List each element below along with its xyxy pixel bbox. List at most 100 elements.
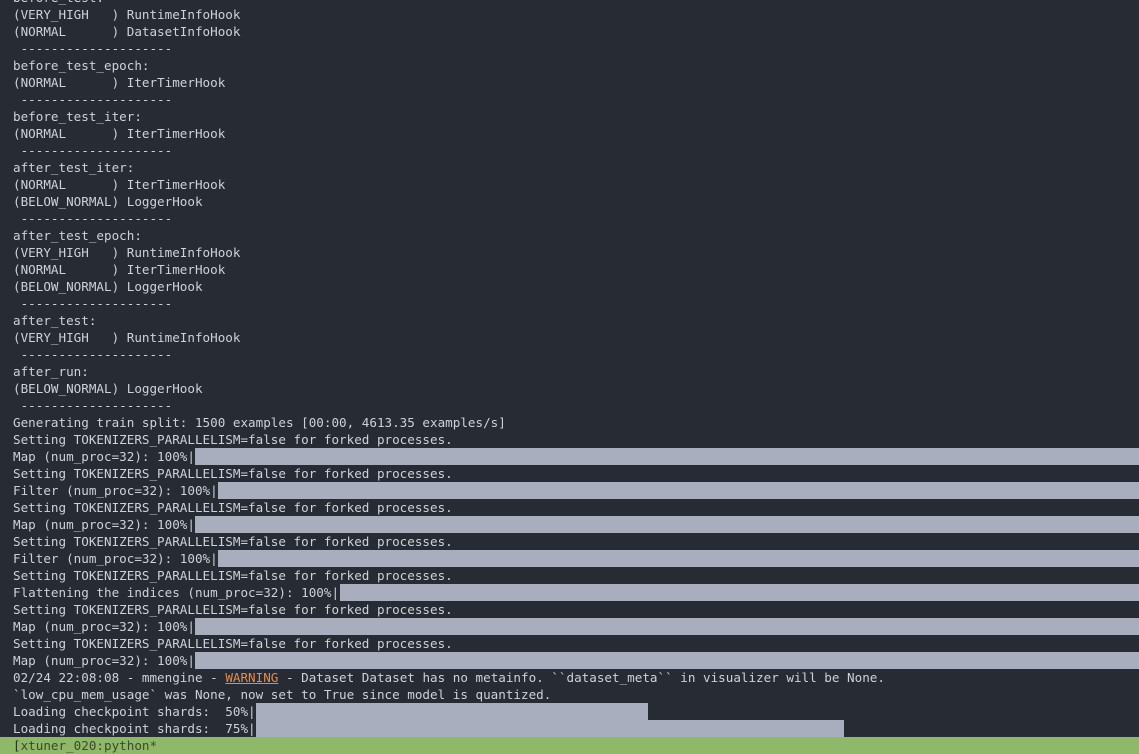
line-text: -------------------- (13, 398, 173, 413)
line-text: Setting TOKENIZERS_PARALLELISM=false for… (13, 500, 453, 515)
line-text: `low_cpu_mem_usage` was None, now set to… (13, 687, 552, 702)
output-line: (NORMAL ) DatasetInfoHook (0, 23, 1139, 40)
line-text: Setting TOKENIZERS_PARALLELISM=false for… (13, 432, 453, 447)
line-text: after_test_iter: (13, 160, 135, 175)
progress-separator: | (210, 483, 218, 498)
progress-bar-fill (218, 550, 1139, 567)
line-text: Map (num_proc=32): 100% (13, 653, 188, 668)
output-line: -------------------- (0, 397, 1139, 414)
line-text: Filter (num_proc=32): 100% (13, 551, 211, 566)
line-text: before_test: (13, 0, 104, 5)
line-text: -------------------- (13, 296, 173, 311)
line-text: Setting TOKENIZERS_PARALLELISM=false for… (13, 602, 453, 617)
line-text: Map (num_proc=32): 100% (13, 619, 188, 634)
tmux-window-label[interactable]: xtuner_020:python* (21, 738, 157, 753)
progress-bar-fill (195, 652, 1139, 669)
progress-separator: | (187, 619, 195, 634)
progress-line: Map (num_proc=32): 100%| (0, 618, 1139, 635)
line-text: (VERY_HIGH ) RuntimeInfoHook (13, 7, 241, 22)
line-text: after_test_epoch: (13, 228, 142, 243)
output-line: (VERY_HIGH ) RuntimeInfoHook (0, 6, 1139, 23)
output-line: -------------------- (0, 91, 1139, 108)
line-text: (NORMAL ) IterTimerHook (13, 126, 226, 141)
output-line: after_run: (0, 363, 1139, 380)
progress-bar (218, 482, 1139, 499)
warning-line: 02/24 22:08:08 - mmengine - WARNING - Da… (0, 669, 1139, 686)
progress-bar-fill (195, 516, 1139, 533)
line-text: (NORMAL ) IterTimerHook (13, 262, 226, 277)
line-text: before_test_epoch: (13, 58, 150, 73)
progress-bar (256, 720, 1139, 737)
line-text: (NORMAL ) IterTimerHook (13, 177, 226, 192)
output-line: after_test: (0, 312, 1139, 329)
output-line: (NORMAL ) IterTimerHook (0, 176, 1139, 193)
progress-line: Map (num_proc=32): 100%| (0, 448, 1139, 465)
output-line: after_test_iter: (0, 159, 1139, 176)
line-text: (BELOW_NORMAL) LoggerHook (13, 279, 203, 294)
progress-line: Map (num_proc=32): 100%| (0, 516, 1139, 533)
terminal-window[interactable]: before_test: (VERY_HIGH ) RuntimeInfoHook… (0, 0, 1139, 737)
progress-bar-fill (218, 482, 1139, 499)
output-line: Setting TOKENIZERS_PARALLELISM=false for… (0, 465, 1139, 482)
output-line: Setting TOKENIZERS_PARALLELISM=false for… (0, 635, 1139, 652)
output-line: -------------------- (0, 210, 1139, 227)
line-text: (NORMAL ) IterTimerHook (13, 75, 226, 90)
progress-line: Map (num_proc=32): 100%| (0, 652, 1139, 669)
progress-bar (195, 652, 1139, 669)
progress-bar (218, 550, 1139, 567)
progress-line: Filter (num_proc=32): 100%| (0, 550, 1139, 567)
line-text: 02/24 22:08:08 - mmengine - (13, 670, 226, 685)
progress-separator: | (187, 449, 195, 464)
status-bracket: [ (13, 738, 21, 753)
line-text: Map (num_proc=32): 100% (13, 517, 188, 532)
progress-bar-fill (195, 618, 1139, 635)
progress-separator: | (210, 551, 218, 566)
line-text: Loading checkpoint shards: 75% (13, 721, 249, 736)
progress-bar (195, 618, 1139, 635)
warning-label: WARNING (225, 670, 279, 685)
output-line: (NORMAL ) IterTimerHook (0, 261, 1139, 278)
progress-line: Flattening the indices (num_proc=32): 10… (0, 584, 1139, 601)
progress-bar (195, 448, 1139, 465)
tmux-status-bar: [xtuner_020:python* (0, 737, 1139, 754)
output-line: `low_cpu_mem_usage` was None, now set to… (0, 686, 1139, 703)
output-line: -------------------- (0, 40, 1139, 57)
line-text: -------------------- (13, 92, 173, 107)
warning-message: - Dataset Dataset has no metainfo. ``dat… (278, 670, 885, 685)
output-line: (BELOW_NORMAL) LoggerHook (0, 278, 1139, 295)
line-text: (NORMAL ) DatasetInfoHook (13, 24, 241, 39)
output-line: (VERY_HIGH ) RuntimeInfoHook (0, 244, 1139, 261)
output-line: before_test_iter: (0, 108, 1139, 125)
line-text: Setting TOKENIZERS_PARALLELISM=false for… (13, 534, 453, 549)
progress-bar (256, 703, 1139, 720)
output-line: (VERY_HIGH ) RuntimeInfoHook (0, 329, 1139, 346)
progress-bar-fill (256, 703, 649, 720)
progress-line: Filter (num_proc=32): 100%| (0, 482, 1139, 499)
line-text: Map (num_proc=32): 100% (13, 449, 188, 464)
progress-separator: | (248, 721, 256, 736)
line-text: Loading checkpoint shards: 50% (13, 704, 249, 719)
output-line: before_test_epoch: (0, 57, 1139, 74)
line-text: (BELOW_NORMAL) LoggerHook (13, 194, 203, 209)
output-line: Setting TOKENIZERS_PARALLELISM=false for… (0, 499, 1139, 516)
line-text: before_test_iter: (13, 109, 142, 124)
output-line: (NORMAL ) IterTimerHook (0, 74, 1139, 91)
line-text: Setting TOKENIZERS_PARALLELISM=false for… (13, 568, 453, 583)
output-line: after_test_epoch: (0, 227, 1139, 244)
progress-bar-fill (339, 584, 1139, 601)
line-text: Setting TOKENIZERS_PARALLELISM=false for… (13, 466, 453, 481)
progress-separator: | (248, 704, 256, 719)
line-text: -------------------- (13, 347, 173, 362)
output-line: -------------------- (0, 295, 1139, 312)
output-line: Setting TOKENIZERS_PARALLELISM=false for… (0, 533, 1139, 550)
progress-separator: | (331, 585, 340, 600)
progress-bar (339, 584, 1139, 601)
output-line: Generating train split: 1500 examples [0… (0, 414, 1139, 431)
output-line: (NORMAL ) IterTimerHook (0, 125, 1139, 142)
progress-separator: | (187, 653, 195, 668)
line-text: (VERY_HIGH ) RuntimeInfoHook (13, 330, 241, 345)
output-line: Setting TOKENIZERS_PARALLELISM=false for… (0, 601, 1139, 618)
line-text: -------------------- (13, 41, 173, 56)
line-text: Filter (num_proc=32): 100% (13, 483, 211, 498)
line-text: -------------------- (13, 143, 173, 158)
